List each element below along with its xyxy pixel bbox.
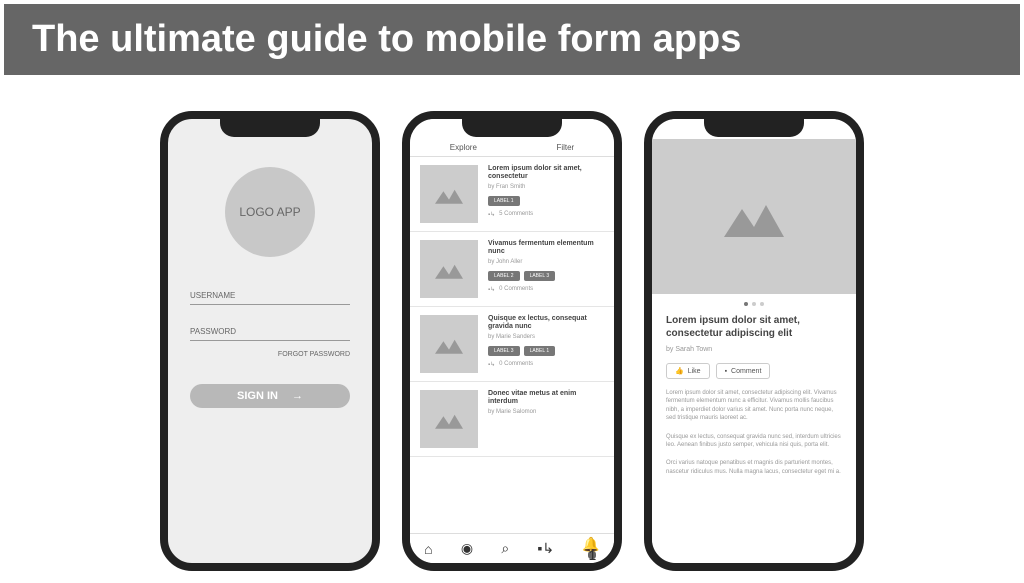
card-author: by Marie Salomon [488,409,604,415]
feed-topbar: Explore Filter [410,139,614,157]
username-field[interactable]: USERNAME [190,291,350,305]
signin-button[interactable]: SIGN IN → [190,384,350,408]
signin-label: SIGN IN [237,390,278,402]
card-title: Donec vitae metus at enim interdum [488,390,604,407]
comment-icon: ▪↳ [488,361,495,368]
password-label: PASSWORD [190,327,236,336]
arrow-right-icon: → [292,390,303,402]
phone-notch [704,119,804,137]
home-icon[interactable]: ⌂ [424,541,432,557]
list-item[interactable]: Quisque ex lectus, consequat gravida nun… [410,307,614,382]
phone-notch [220,119,320,137]
banner-title: The ultimate guide to mobile form apps [32,18,741,60]
image-placeholder-icon [420,315,478,373]
phone-notch [462,119,562,137]
article-title: Lorem ipsum dolor sit amet, consectetur … [666,314,842,340]
article-paragraph: Orci varius natoque penatibus et magnis … [666,459,842,476]
list-item[interactable]: Donec vitae metus at enim interdum by Ma… [410,382,614,457]
password-field[interactable]: PASSWORD [190,327,350,341]
dot-icon[interactable] [760,302,764,306]
list-item[interactable]: Lorem ipsum dolor sit amet, consectetur … [410,157,614,232]
tab-explore[interactable]: Explore [450,143,477,152]
search-icon[interactable]: ⌕ [501,540,509,557]
logo-circle: LOGO APP [225,167,315,257]
dot-icon[interactable] [752,302,756,306]
carousel-dots[interactable] [652,302,856,306]
comment-button[interactable]: ▪Comment [716,363,771,379]
logo-text: LOGO APP [239,205,300,219]
card-author: by Fran Smith [488,184,604,190]
image-placeholder-icon [420,390,478,448]
article-paragraph: Lorem ipsum dolor sit amet, consectetur … [666,389,842,423]
comment-icon: ▪↳ [488,211,495,218]
phones-row: LOGO APP USERNAME PASSWORD FORGOT PASSWO… [0,111,1024,571]
compass-icon[interactable]: ◉ [461,540,473,557]
tab-filter[interactable]: Filter [556,143,574,152]
forgot-password-link[interactable]: FORGOT PASSWORD [190,351,350,358]
bell-icon[interactable]: 🔔1 [582,536,599,561]
card-title: Lorem ipsum dolor sit amet, consectetur [488,165,604,182]
card-title: Quisque ex lectus, consequat gravida nun… [488,315,604,332]
list-item[interactable]: Vivamus fermentum elementum nunc by John… [410,232,614,307]
notification-badge: 1 [588,551,596,559]
card-author: by John Aller [488,259,604,265]
username-label: USERNAME [190,291,235,300]
image-placeholder-icon [420,240,478,298]
bottom-navbar: ⌂ ◉ ⌕ ▪↳ 🔔1 [410,533,614,563]
tag-label[interactable]: LABEL 3 [524,271,556,281]
tag-label[interactable]: LABEL 1 [524,346,556,356]
image-placeholder-icon [420,165,478,223]
article-paragraph: Quisque ex lectus, consequat gravida nun… [666,433,842,450]
phone-article: Lorem ipsum dolor sit amet, consectetur … [644,111,864,571]
tag-label[interactable]: LABEL 3 [488,346,520,356]
card-title: Vivamus fermentum elementum nunc [488,240,604,257]
card-author: by Marie Sanders [488,334,604,340]
like-button[interactable]: 👍Like [666,363,710,379]
dot-icon[interactable] [744,302,748,306]
tag-label[interactable]: LABEL 2 [488,271,520,281]
phone-feed: Explore Filter Lorem ipsum dolor sit ame… [402,111,622,571]
page-banner: The ultimate guide to mobile form apps [4,4,1020,75]
speech-icon: ▪ [725,368,727,375]
comment-count: 0 Comments [499,361,533,367]
article-author: by Sarah Town [666,346,842,353]
phone-login: LOGO APP USERNAME PASSWORD FORGOT PASSWO… [160,111,380,571]
comment-count: 0 Comments [499,286,533,292]
thumbs-up-icon: 👍 [675,367,684,375]
tag-label[interactable]: LABEL 1 [488,196,520,206]
comment-icon: ▪↳ [488,286,495,293]
hero-image-placeholder [652,139,856,294]
comment-count: 5 Comments [499,211,533,217]
feed-list: Lorem ipsum dolor sit amet, consectetur … [410,157,614,537]
messages-icon[interactable]: ▪↳ [537,540,554,557]
